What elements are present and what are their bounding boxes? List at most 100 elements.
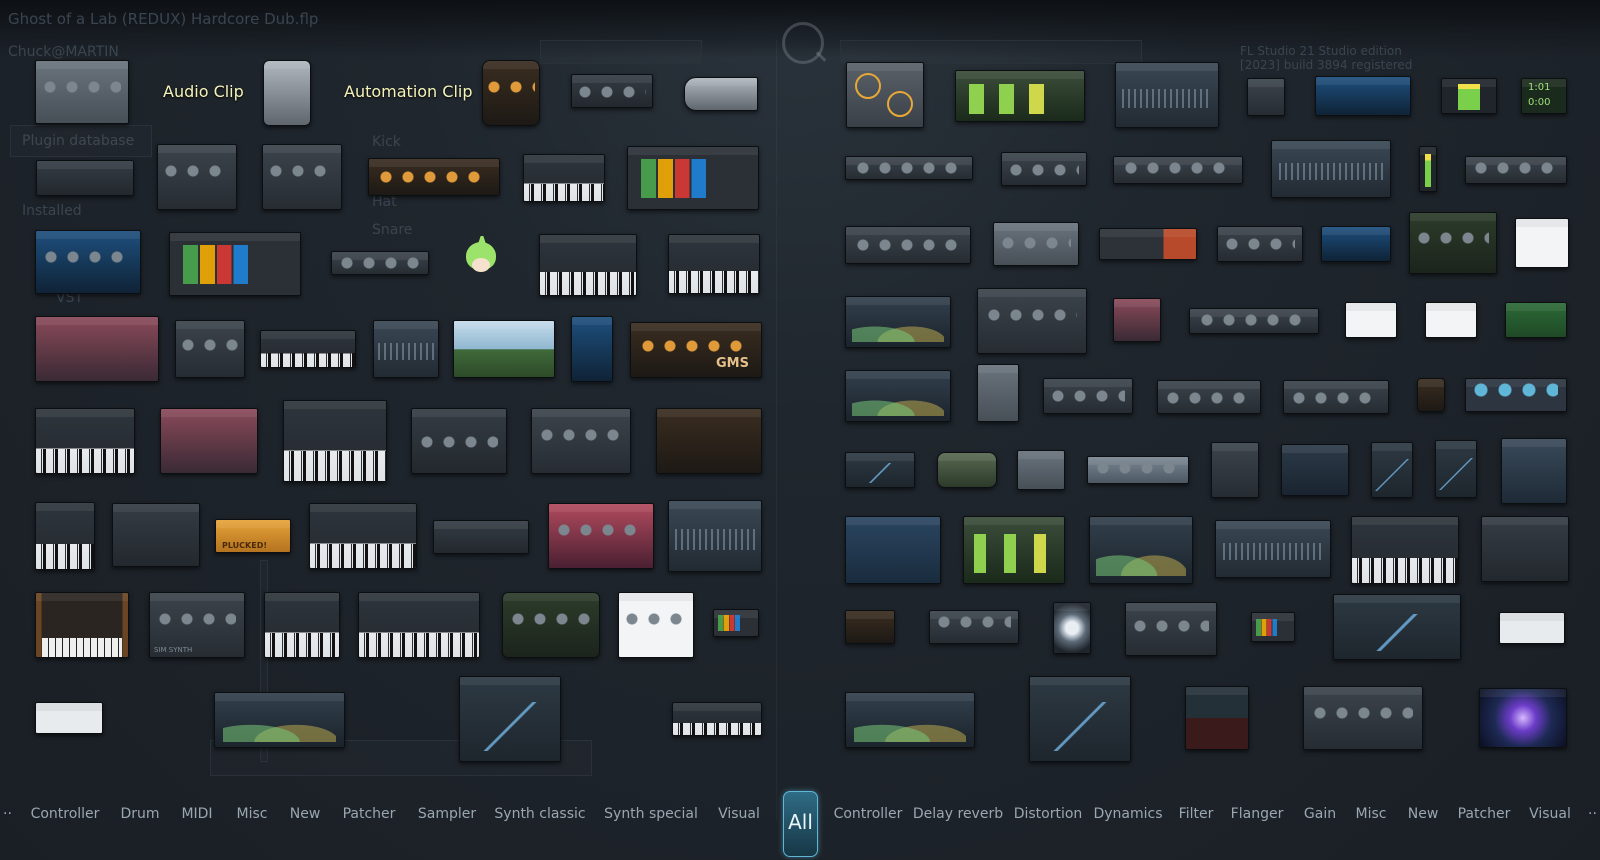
plugin-fruity-dx10[interactable]	[668, 234, 760, 294]
fx-fruity-big-clock[interactable]	[1053, 602, 1091, 654]
category-generator-synth-classic[interactable]: Synth classic	[494, 806, 585, 822]
fx-zgameeditor-visualizer[interactable]	[1479, 688, 1567, 748]
plugin-flex[interactable]	[35, 230, 141, 294]
category-effect-delay-reverb[interactable]: Delay reverb	[913, 806, 1003, 822]
fx-fruity-peak[interactable]	[1441, 78, 1497, 114]
plugin-fruity-kick-mascot[interactable]	[458, 236, 504, 284]
plugin-sakura[interactable]	[656, 408, 762, 474]
category-effect-new[interactable]: New	[1408, 806, 1439, 822]
fx-fruity-notebook[interactable]	[1515, 218, 1569, 268]
category-generator-midi[interactable]: MIDI	[181, 806, 212, 822]
fx-fruity-reeverb[interactable]	[1271, 140, 1391, 198]
fx-fruity-notebook-2[interactable]	[1425, 302, 1477, 338]
automation-clip-label[interactable]: Automation Clip	[344, 82, 473, 101]
plugin-autogun[interactable]	[482, 60, 540, 126]
fx-fruity-mixer-strip[interactable]	[977, 364, 1019, 422]
fx-fruity-fast-dist[interactable]	[1099, 228, 1197, 260]
plugin-dashboard[interactable]	[36, 160, 134, 196]
fx-fruity-delay[interactable]	[1115, 62, 1219, 128]
category-generator-misc[interactable]: Misc	[237, 806, 268, 822]
fx-fruity-html-notebook[interactable]	[1345, 302, 1397, 338]
fx-fruity-parametric-eq2[interactable]	[845, 370, 951, 422]
fx-vfx-color-mapper[interactable]	[1251, 612, 1295, 642]
plugin-audio-clip-icon[interactable]	[263, 60, 311, 126]
fx-time-display[interactable]: 1:01 0:00	[1521, 78, 1567, 114]
plugin-fruity-granulizer[interactable]	[331, 251, 429, 275]
plugin-slicex[interactable]	[373, 320, 439, 378]
category-effect-dynamics[interactable]: Dynamics	[1093, 806, 1162, 822]
plugin-sim-synth[interactable]: SIM SYNTH	[149, 592, 245, 658]
fx-fruity-phaser[interactable]	[1217, 226, 1303, 262]
plugin-toxic-biohazard[interactable]	[502, 592, 600, 658]
fx-vfx-sequencer[interactable]	[1303, 686, 1423, 750]
plugin-fl-slayer[interactable]	[368, 158, 500, 196]
fx-fruity-convolver[interactable]	[977, 288, 1087, 354]
plugin-plucked[interactable]	[531, 408, 631, 474]
fx-fruity-send[interactable]	[1211, 442, 1259, 498]
plugin-video-player[interactable]	[453, 320, 555, 378]
fx-fruity-multiband[interactable]	[1465, 156, 1567, 184]
plugin-transistor-bass[interactable]	[618, 592, 694, 658]
fx-fruity-filter[interactable]	[1315, 76, 1411, 116]
category-effect-distortion[interactable]: Distortion	[1014, 806, 1083, 822]
fx-vfx-color[interactable]	[929, 610, 1019, 644]
fx-fruity-meter[interactable]	[1419, 146, 1437, 192]
plugin-fruity-dance[interactable]	[169, 232, 301, 296]
plugin-sytrus-red[interactable]	[548, 503, 654, 569]
fx-maximus[interactable]	[1043, 378, 1133, 414]
plugin-patcher-keys[interactable]	[283, 400, 387, 482]
plugin-vfx-key-mapper[interactable]	[35, 702, 103, 734]
fx-fruity-love-philter[interactable]	[1189, 308, 1319, 334]
fx-wave-candy[interactable]	[1185, 686, 1249, 750]
more-left-dots[interactable]: ..	[3, 802, 12, 818]
plugin-fpc[interactable]	[627, 146, 759, 210]
plugin-sawer-wave[interactable]	[668, 500, 762, 572]
fx-fruity-limiter[interactable]	[845, 226, 971, 264]
category-effect-controller[interactable]: Controller	[834, 806, 903, 822]
fx-send-pan[interactable]	[1465, 378, 1567, 412]
category-effect-gain[interactable]: Gain	[1304, 806, 1336, 822]
category-generator-drum[interactable]: Drum	[120, 806, 159, 822]
fx-fruity-reeverb-2[interactable]	[1157, 380, 1261, 414]
plugin-soundfont-player[interactable]	[35, 592, 129, 658]
fx-vfx-key-mapper[interactable]	[1499, 612, 1565, 644]
fx-vfx-eq[interactable]	[845, 692, 975, 748]
audio-clip-label[interactable]: Audio Clip	[163, 82, 244, 101]
category-generator-visual[interactable]: Visual	[718, 806, 760, 822]
fx-fruity-waveshaper[interactable]	[1409, 212, 1497, 274]
fx-fruity-balance[interactable]	[1247, 78, 1285, 116]
category-effect-patcher[interactable]: Patcher	[1458, 806, 1511, 822]
fx-fruity-spectrum[interactable]	[1281, 444, 1349, 496]
fx-fruity-stereo-shaper[interactable]	[1087, 456, 1189, 484]
fx-fruity-flanger[interactable]	[1113, 156, 1243, 184]
fx-fruity-vocoder[interactable]	[993, 222, 1079, 266]
fx-vfx-level-scaler[interactable]	[1029, 676, 1131, 762]
fx-fruity-limiter-2[interactable]	[1125, 602, 1217, 656]
category-effect-flanger[interactable]: Flanger	[1231, 806, 1284, 822]
plugin-3x-osc[interactable]	[35, 60, 129, 124]
fx-vfx-envelope[interactable]	[1333, 594, 1461, 660]
plugin-fl-keys[interactable]	[523, 154, 605, 202]
fx-fruity-spectroman[interactable]	[1505, 302, 1567, 338]
fx-gross-beat[interactable]	[845, 296, 951, 348]
category-generator-synth-special[interactable]: Synth special	[604, 806, 698, 822]
fx-newtime[interactable]	[1351, 516, 1459, 584]
plugin-slicer[interactable]	[264, 592, 340, 658]
category-generator-patcher[interactable]: Patcher	[343, 806, 396, 822]
plugin-drumpad[interactable]	[157, 144, 237, 210]
plugin-harmless[interactable]	[35, 316, 159, 382]
fx-fruity-formula-controller[interactable]	[845, 452, 915, 488]
plugin-kepler[interactable]	[260, 330, 356, 368]
plugin-drumaxx[interactable]	[262, 144, 342, 210]
more-right-dots[interactable]: ..	[1588, 802, 1597, 818]
plugin-patcher-graph[interactable]	[112, 503, 200, 567]
fx-fruity-squeeze[interactable]	[1371, 442, 1413, 498]
plugin-vfx-envelope[interactable]	[214, 692, 345, 748]
plugin-vfx-color-mapper[interactable]	[713, 609, 759, 637]
plugin-plucked-yellow[interactable]: PLUCKED!	[215, 519, 291, 553]
fx-transient-processor[interactable]	[1089, 516, 1193, 584]
fx-pitcher[interactable]	[963, 516, 1065, 584]
fx-fruity-compressor[interactable]	[955, 70, 1085, 122]
plugin-patcher[interactable]	[411, 408, 507, 474]
fx-patcher-graph[interactable]	[1481, 516, 1569, 582]
